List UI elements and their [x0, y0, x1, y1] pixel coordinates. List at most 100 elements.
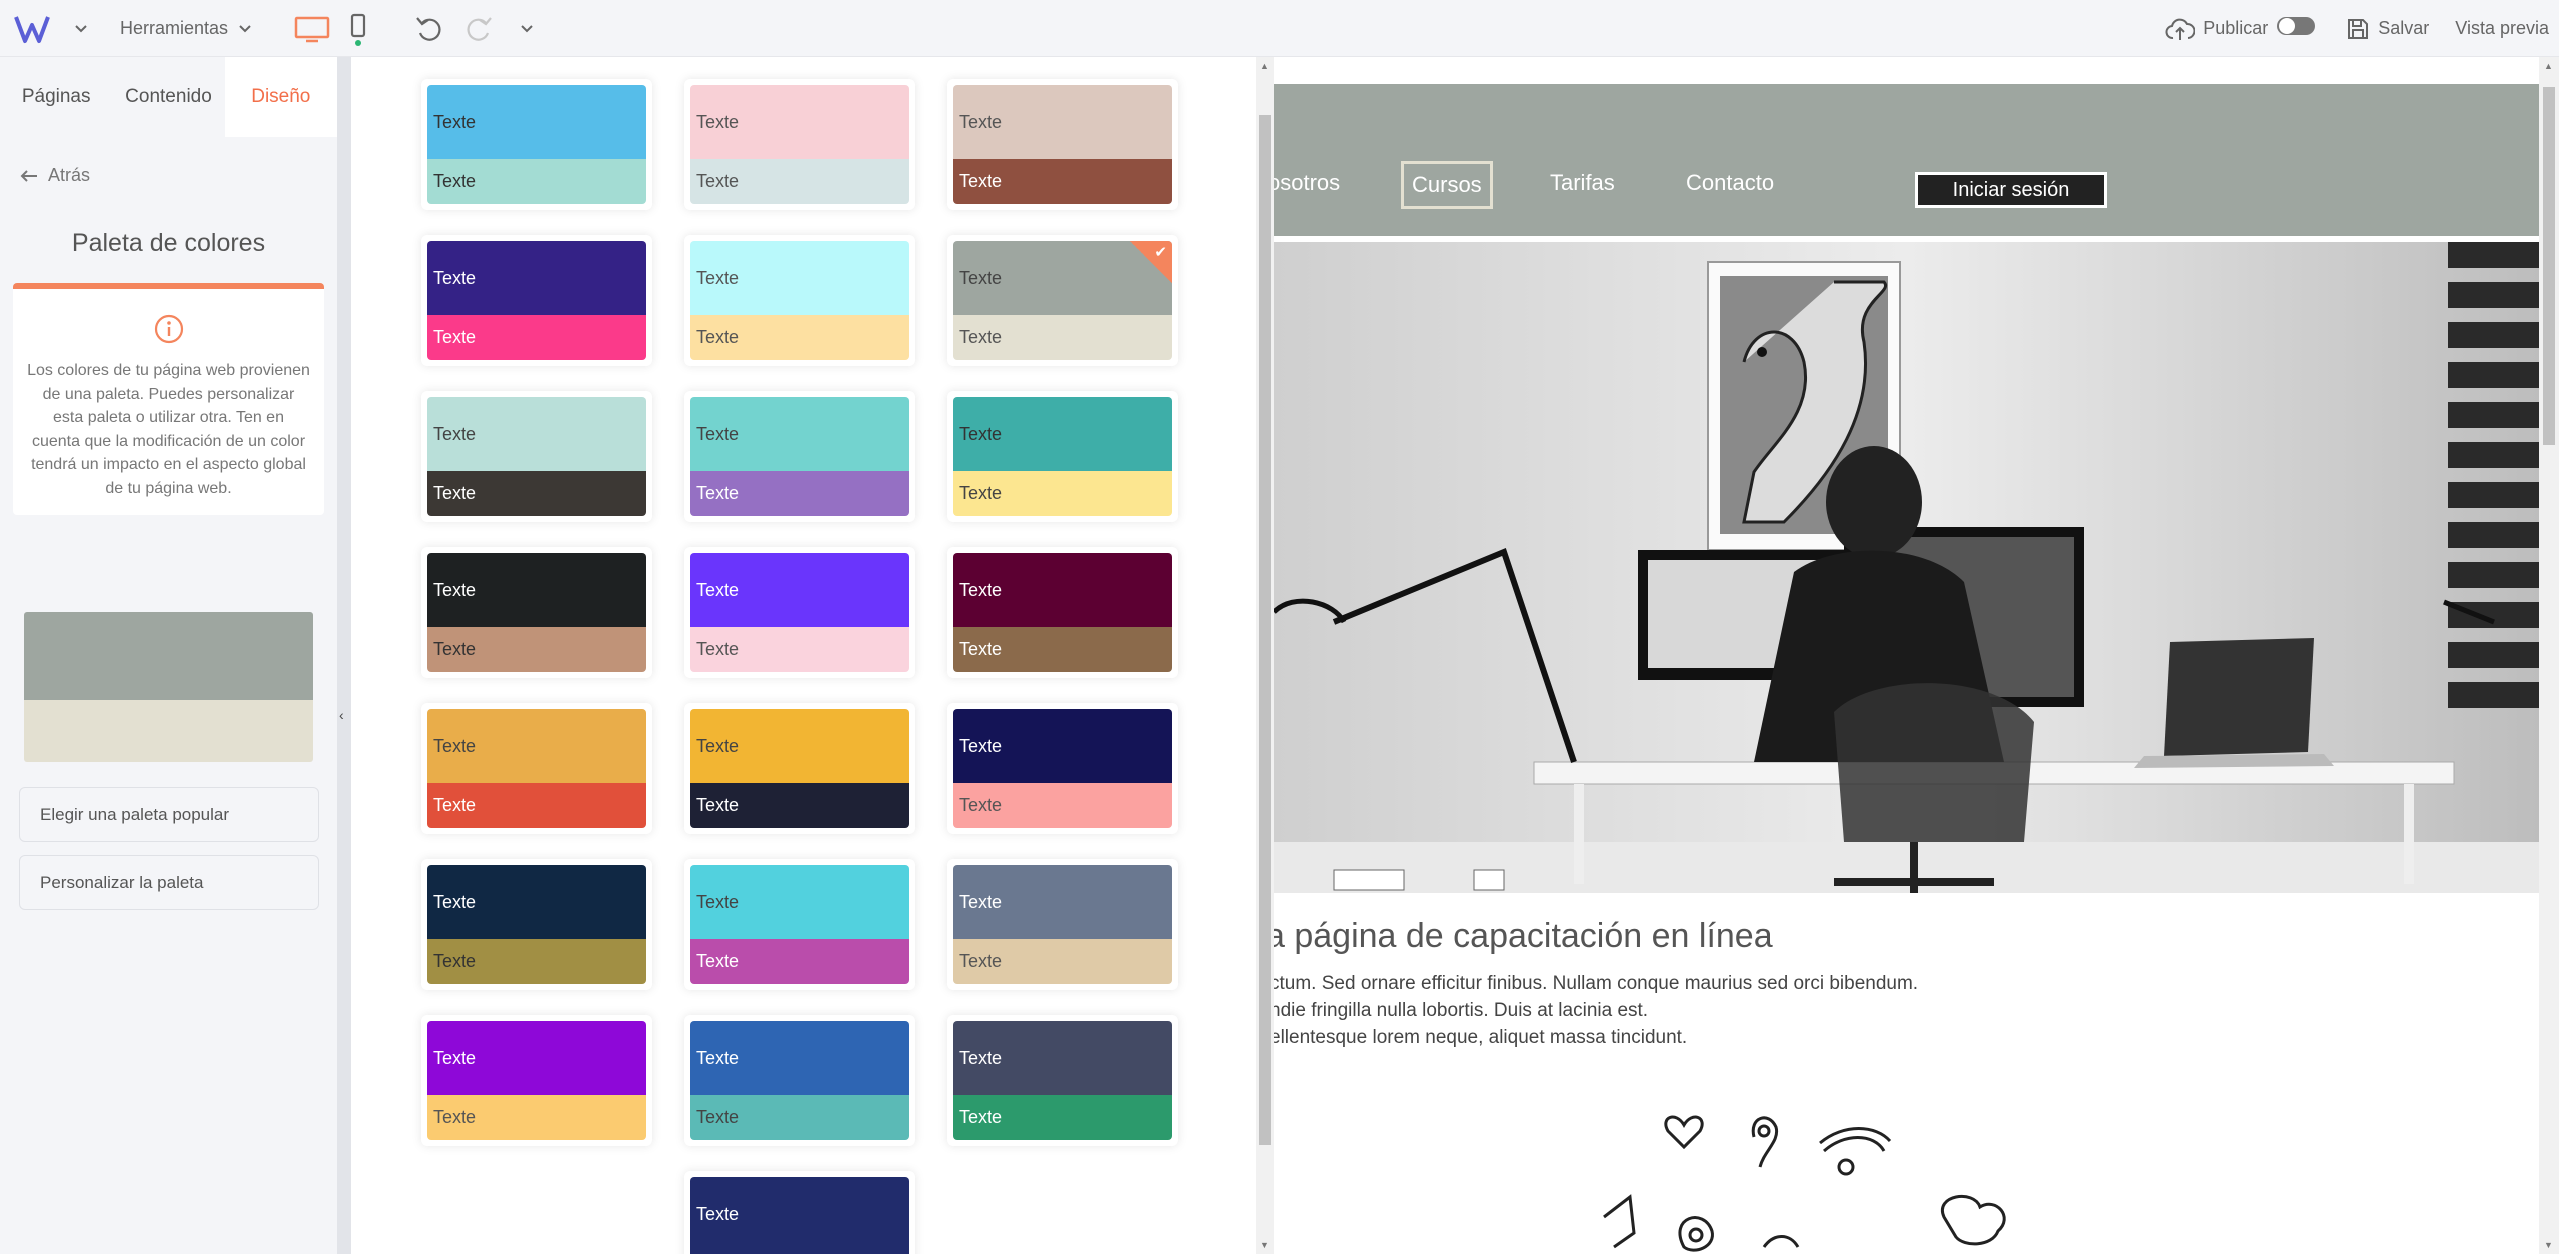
current-palette-primary [24, 612, 313, 700]
palette-secondary-swatch: Texte [690, 471, 909, 516]
top-toolbar: Herramientas Publicar Salvar Vista previ… [0, 0, 2559, 57]
undo-button[interactable] [414, 0, 444, 57]
palette-option[interactable]: Texte Texte [421, 79, 652, 210]
preview-button[interactable]: Vista previa [2455, 18, 2549, 39]
palette-option[interactable]: Texte Texte [684, 547, 915, 678]
palette-option[interactable]: Texte ✔ Texte [947, 235, 1178, 366]
palette-secondary-swatch: Texte [690, 783, 909, 828]
palette-secondary-swatch: Texte [690, 939, 909, 984]
palette-primary-swatch: Texte [427, 397, 646, 471]
palette-primary-swatch: Texte [690, 1177, 909, 1251]
palette-option[interactable]: Texte Texte [947, 79, 1178, 210]
back-label: Atrás [48, 165, 91, 185]
palette-primary-swatch: Texte [690, 865, 909, 939]
palette-primary-swatch: Texte [690, 85, 909, 159]
website-preview: osotros Cursos Tarifas Contacto Iniciar … [1274, 57, 2539, 1254]
palette-option[interactable]: Texte Texte [947, 703, 1178, 834]
palette-option[interactable]: Texte Texte [421, 703, 652, 834]
scroll-up-icon: ▲ [2544, 61, 2553, 71]
palette-option[interactable]: Texte Texte [947, 547, 1178, 678]
palette-secondary-swatch: Texte [953, 1095, 1172, 1140]
publish-toggle[interactable] [2276, 15, 2316, 42]
palette-secondary-swatch: Texte [953, 471, 1172, 516]
palette-primary-swatch: Texte [953, 85, 1172, 159]
save-button[interactable]: Salvar [2346, 17, 2429, 41]
palette-primary-swatch: Texte [690, 553, 909, 627]
site-nav-link-courses[interactable]: Cursos [1401, 161, 1493, 209]
current-palette-preview[interactable] [24, 612, 313, 762]
mobile-view-button[interactable] [346, 0, 370, 57]
toolbar-right-actions: Publicar Salvar Vista previa [2165, 0, 2559, 57]
site-paragraph-line: ndie fringilla nulla lobortis. Duis at l… [1274, 1000, 1649, 1021]
palette-option[interactable]: Texte Texte [421, 547, 652, 678]
palette-secondary-swatch: Texte [690, 627, 909, 672]
palette-option[interactable]: Texte Texte [421, 859, 652, 990]
palette-primary-swatch: Texte [427, 241, 646, 315]
cloud-upload-icon [2165, 18, 2196, 40]
palette-primary-swatch: Texte [427, 709, 646, 783]
tab-pages[interactable]: Páginas [0, 57, 112, 137]
palette-primary-swatch: Texte [953, 1021, 1172, 1095]
site-nav-link-contact[interactable]: Contacto [1686, 170, 1774, 196]
palette-option[interactable]: Texte Texte [421, 1015, 652, 1146]
palette-grid: Texte Texte Texte Texte Texte Texte Texte Texte… [351, 57, 1256, 1254]
chevron-down-icon [521, 24, 533, 32]
palette-secondary-swatch: Texte [427, 471, 646, 516]
palette-option[interactable]: Texte Texte [421, 235, 652, 366]
site-nav-link-pricing[interactable]: Tarifas [1550, 170, 1615, 196]
w-logo-icon [14, 15, 50, 43]
palette-secondary-swatch: Texte [427, 627, 646, 672]
palette-primary-swatch: Texte [427, 553, 646, 627]
redo-button[interactable] [464, 0, 494, 57]
palette-secondary-swatch: Texte [427, 783, 646, 828]
tab-content[interactable]: Contenido [112, 57, 224, 137]
palette-option[interactable]: Texte Texte [947, 859, 1178, 990]
palette-option[interactable]: Texte Texte [684, 235, 915, 366]
site-paragraph: ctum. Sed ornare efficitur finibus. Null… [1274, 970, 1918, 1051]
tools-menu[interactable]: Herramientas [120, 0, 252, 57]
palette-secondary-swatch: Texte [953, 315, 1172, 360]
tab-design[interactable]: Diseño [224, 57, 337, 137]
site-nav-link-about[interactable]: osotros [1274, 170, 1340, 196]
palette-secondary-swatch: Texte [953, 783, 1172, 828]
office-photo-icon [1274, 242, 2539, 893]
info-card: Los colores de tu página web provienen d… [13, 283, 324, 515]
publish-button[interactable]: Publicar [2165, 16, 2268, 42]
current-palette-secondary [24, 700, 313, 762]
mobile-icon [350, 13, 366, 46]
palette-option[interactable]: Texte Texte [684, 79, 915, 210]
site-paragraph-line: ellentesque lorem neque, aliquet massa t… [1274, 1027, 1688, 1048]
customize-palette-button[interactable]: Personalizar la paleta [19, 855, 319, 910]
palette-primary-swatch: Texte [427, 1021, 646, 1095]
info-icon [154, 314, 184, 344]
palette-secondary-swatch: Texte [953, 939, 1172, 984]
palette-secondary-swatch: Texte [427, 939, 646, 984]
palette-option[interactable]: Texte Texte [684, 1015, 915, 1146]
preview-scrollbar[interactable]: ▲ ▼ [2539, 57, 2559, 1254]
choose-popular-palette-button[interactable]: Elegir una paleta popular [19, 787, 319, 842]
palette-option[interactable]: Texte Texte [421, 391, 652, 522]
panel-collapse-divider[interactable]: ‹ [337, 57, 351, 1254]
palette-option[interactable]: Texte [684, 1171, 915, 1254]
palette-grid-scrollbar[interactable]: ▲ ▼ [1256, 57, 1274, 1254]
undo-icon [416, 16, 441, 41]
scrollbar-thumb[interactable] [1259, 115, 1271, 1145]
desktop-icon [294, 16, 330, 42]
palette-secondary-swatch: Texte [690, 1095, 909, 1140]
palette-option[interactable]: Texte Texte [684, 703, 915, 834]
history-menu-button[interactable] [520, 0, 534, 57]
palette-primary-swatch: Texte ✔ [953, 241, 1172, 315]
site-login-button[interactable]: Iniciar sesión [1915, 172, 2107, 208]
publish-label: Publicar [2203, 18, 2269, 38]
desktop-view-button[interactable] [294, 0, 330, 57]
palette-option[interactable]: Texte Texte [684, 859, 915, 990]
palette-option[interactable]: Texte Texte [947, 1015, 1178, 1146]
back-link[interactable]: Atrás [20, 165, 90, 186]
palette-option[interactable]: Texte Texte [684, 391, 915, 522]
palette-primary-swatch: Texte [690, 397, 909, 471]
scrollbar-thumb[interactable] [2543, 87, 2555, 445]
palette-secondary-swatch: Texte [427, 1095, 646, 1140]
palette-option[interactable]: Texte Texte [947, 391, 1178, 522]
app-logo[interactable] [14, 0, 88, 57]
site-paragraph-line: ctum. Sed ornare efficitur finibus. Null… [1274, 973, 1919, 994]
